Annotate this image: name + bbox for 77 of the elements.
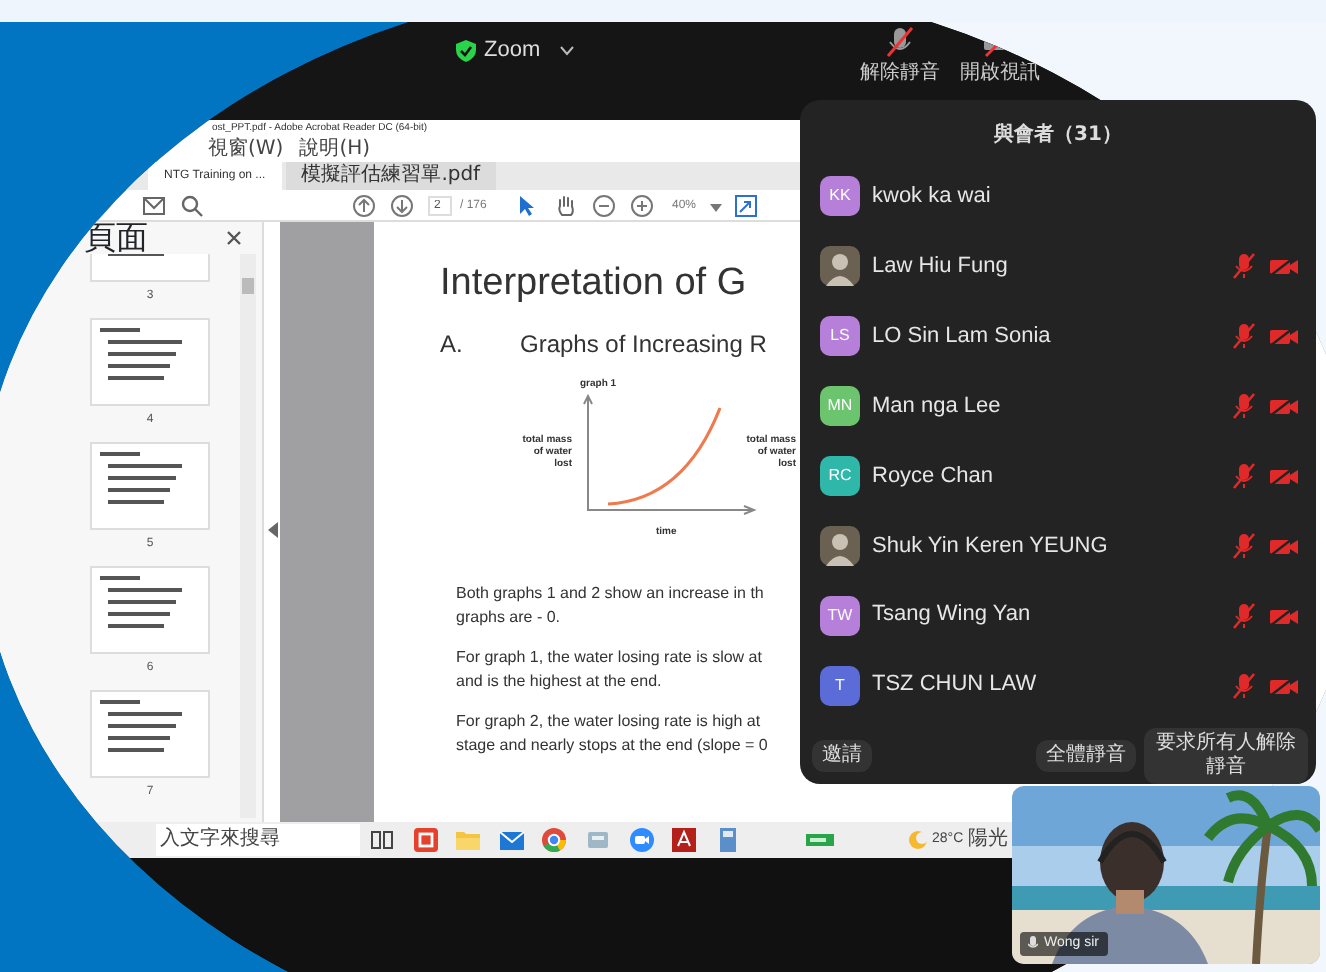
microphone-icon [1028,936,1038,951]
scrollbar-thumb[interactable] [242,278,254,294]
menu-item[interactable]: 說明(H) [299,138,371,162]
toolbar-label: 開啟視訊 [960,59,1040,88]
muted-microphone-icon[interactable] [1232,322,1256,351]
paragraph-line: For graph 1, the water losing rate is slow at [456,646,762,670]
participant-name[interactable]: Shuk Yin Keren YEUNG [872,529,1232,563]
muted-microphone-icon[interactable] [1232,671,1256,700]
avatar: RC [820,455,860,496]
weather-icon [908,830,928,850]
participant-name[interactable]: Tsang Wing Yan [872,598,1232,632]
avatar-icon [820,525,860,566]
mail-icon[interactable] [142,194,166,218]
muted-microphone-icon[interactable] [1232,601,1256,630]
growth-curve [604,404,724,508]
pointer-icon[interactable] [514,194,538,218]
avatar: T [820,665,860,706]
page-thumbnail[interactable] [90,690,210,778]
video-camera-icon[interactable] [627,826,656,854]
close-icon[interactable] [226,230,242,246]
participant-name[interactable]: kwok ka wai [872,180,1300,214]
pdf-icon[interactable] [670,826,699,854]
avatar: KK [820,176,860,217]
slide-heading: Interpretation of G [440,262,747,306]
page-thumbnail[interactable] [90,442,210,530]
caret-icon[interactable] [710,204,722,212]
paragraph-line: and is the highest at the end. [456,670,662,694]
participant-name[interactable]: Law Hiu Fung [872,250,1232,284]
participant-name[interactable]: Royce Chan [872,459,1232,493]
paragraph-line: stage and nearly stops at the end (slope = 0 [456,734,768,758]
muted-microphone-icon[interactable] [1232,531,1256,560]
avatar: TW [820,595,860,636]
paragraph-line: For graph 2, the water losing rate is high at [456,710,761,734]
zoom-in-icon[interactable] [630,194,654,218]
section-title: Graphs of Increasing R [520,328,767,362]
participant-name[interactable]: TSZ CHUN LAW [872,668,1232,702]
toolbar-label: 解除靜音 [860,59,940,88]
page-thumbnail[interactable] [90,318,210,406]
office-icon[interactable] [411,826,440,854]
chrome-icon[interactable] [540,826,569,854]
paragraph-line: Both graphs 1 and 2 show an increase in th [456,582,764,606]
participant-name[interactable]: Man nga Lee [872,389,1232,423]
muted-microphone-icon[interactable] [1232,252,1256,281]
app-title[interactable]: Zoom [484,34,541,67]
muted-microphone-icon[interactable] [882,26,918,58]
paragraph-line: graphs are - 0. [456,606,561,630]
page-up-icon[interactable] [352,194,376,218]
page-down-icon[interactable] [390,194,414,218]
page-thumbnail[interactable] [90,566,210,654]
document-tab[interactable]: 模擬評估練習單.pdf [285,162,497,190]
search-icon[interactable] [180,194,204,218]
participant-name[interactable]: LO Sin Lam Sonia [872,319,1232,353]
participant-row[interactable]: KK kwok ka wai [800,162,1316,232]
search-field[interactable]: 入文字來搜尋 [156,824,360,856]
weather-text: 陽光 [968,826,1008,852]
panel-button[interactable]: 邀請 [812,740,872,772]
zoom-out-icon[interactable] [592,194,616,218]
hand-icon[interactable] [554,194,578,218]
avatar: MN [820,386,860,427]
panel-button[interactable]: 要求所有人解除靜音 [1144,728,1308,784]
muted-microphone-icon[interactable] [1232,392,1256,421]
muted-microphone-icon[interactable] [1232,461,1256,490]
export-icon[interactable] [734,194,758,218]
chevron-down-icon[interactable] [560,45,575,56]
mail-icon[interactable] [497,826,526,854]
task-view-icon[interactable] [368,826,396,854]
battery-icon [806,834,834,846]
shield-icon [456,39,476,62]
panel-button[interactable]: 全體靜音 [1036,740,1136,772]
menu-item[interactable]: 視窗(W) [208,138,284,162]
avatar-icon [820,246,860,287]
section-letter: A. [440,328,465,362]
avatar: LS [820,316,860,357]
collapse-arrow-icon[interactable] [268,522,278,538]
panel-title: 與會者（31） [992,121,1124,150]
pane-title: 頁面 [84,216,148,260]
scrollbar[interactable] [240,254,256,818]
